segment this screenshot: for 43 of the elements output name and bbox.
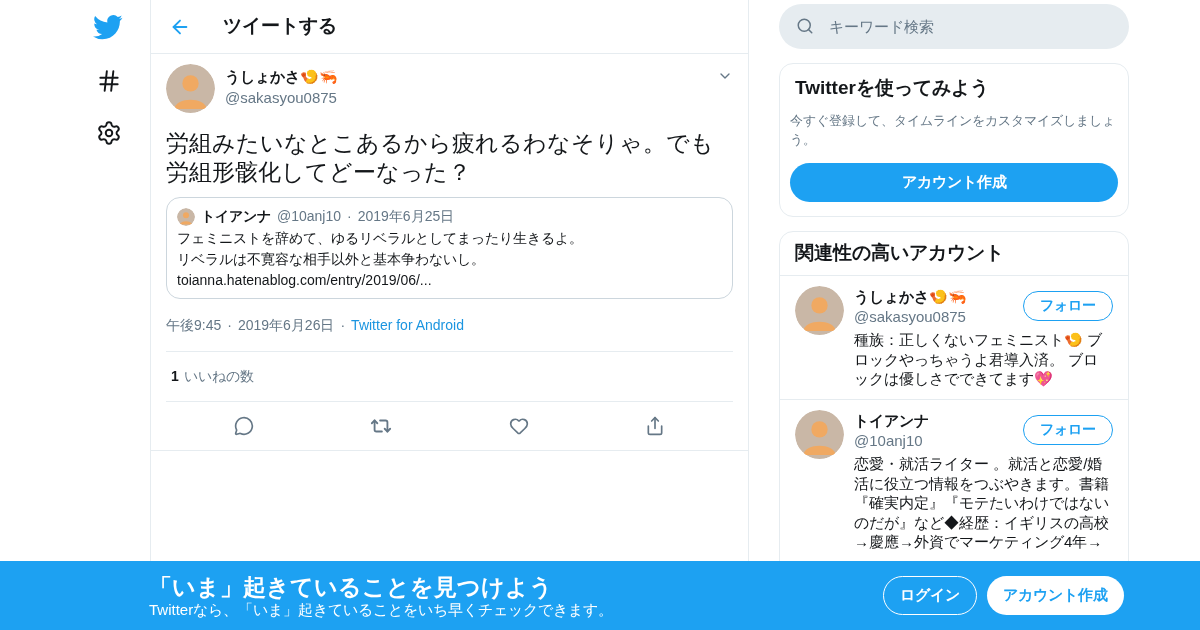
reply-icon[interactable] bbox=[234, 416, 255, 436]
user-handle: @sakasyou0875 bbox=[854, 308, 967, 326]
source-link[interactable]: Twitter for Android bbox=[351, 315, 464, 336]
tweet-time: 午後9:45 bbox=[166, 316, 222, 335]
separator-dot: · bbox=[227, 316, 232, 335]
account-bio: 種族：正しくないフェミニスト🍤 ブロックやっちゃうよ君導入済。 ブロックは優しさでできてます💖 bbox=[854, 330, 1104, 389]
user-name: トイアンナ bbox=[201, 207, 271, 226]
bird-logo-icon[interactable] bbox=[93, 12, 123, 42]
user-name: うしょかさ🍤🦐 bbox=[854, 286, 967, 307]
page-title: ツイートする bbox=[223, 14, 337, 39]
account-bio: 恋愛・就活ライター 。就活と恋愛/婚活に役立つ情報をつぶやきます。書籍『確実内定』『モテたいわけではないのだが』など◆経歴：イギリスの高校→慶應→外資でマーケティング4年→ bbox=[854, 454, 1110, 552]
avatar-icon bbox=[795, 409, 844, 459]
like-label: いいねの数 bbox=[183, 367, 254, 386]
signup-button[interactable]: アカウント作成 bbox=[790, 162, 1118, 202]
tweet-text: 労組みたいなとこあるから疲れるわなそりゃ。でも労組形骸化してどーなった？ bbox=[166, 129, 715, 187]
settings-icon[interactable] bbox=[96, 120, 122, 146]
user-name: うしょかさ🍤🦐 bbox=[225, 67, 339, 87]
quoted-text: toianna.hatenablog.com/entry/2019/06/... bbox=[177, 271, 433, 290]
card-text: 今すぐ登録して、タイムラインをカスタマイズしましょう。 bbox=[790, 111, 1116, 149]
like-count: 1 bbox=[171, 367, 179, 386]
banner-subtitle: Twitterなら、「いま」起きていることをいち早くチェックできます。 bbox=[149, 600, 615, 619]
signup-button[interactable]: アカウント作成 bbox=[987, 576, 1124, 615]
separator-dot: · bbox=[347, 207, 352, 226]
user-handle: @10anj10 bbox=[854, 432, 924, 450]
quoted-tweet[interactable]: トイアンナ @10anj10 · 2019年6月25日 フェミニストを辞めて、ゆるリベラルとしてまったり生きるよ。 リベラルは不寛容な相手以外と基本争わないし。 toianna.hatenablog.com/entry/2019/06/... bbox=[166, 197, 733, 299]
avatar-icon bbox=[177, 207, 195, 226]
user-handle: @10anj10 bbox=[277, 207, 342, 226]
separator-dot: · bbox=[340, 316, 346, 335]
user-handle: @sakasyou0875 bbox=[225, 88, 338, 107]
search-icon bbox=[796, 17, 814, 35]
banner-title: 「いま」起きていることを見つけよう bbox=[149, 572, 554, 601]
quoted-text: フェミニストを辞めて、ゆるリベラルとしてまったり生きるよ。 bbox=[177, 229, 584, 248]
quoted-text: リベラルは不寛容な相手以外と基本争わないし。 bbox=[177, 250, 486, 269]
like-icon[interactable] bbox=[508, 416, 529, 436]
search-field[interactable]: キーワード検索 bbox=[779, 4, 1129, 49]
avatar-icon bbox=[795, 285, 844, 335]
tweet-date: 2019年6月26日 bbox=[237, 316, 335, 335]
tweet-date: 2019年6月25日 bbox=[357, 207, 455, 226]
user-name: トイアンナ bbox=[854, 410, 929, 431]
hashtag-icon[interactable] bbox=[96, 68, 122, 94]
card-title: 関連性の高いアカウント bbox=[780, 231, 1128, 276]
avatar-icon bbox=[166, 64, 215, 113]
card-title: Twitterを使ってみよう bbox=[794, 76, 990, 100]
